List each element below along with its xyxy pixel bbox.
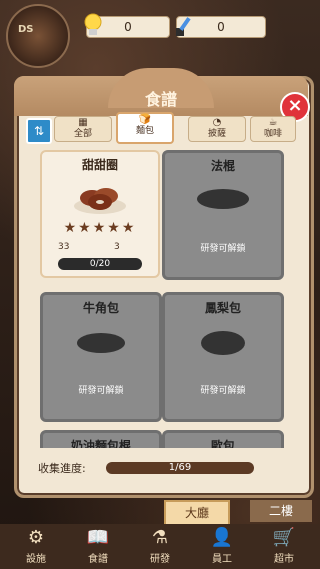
nav-staff[interactable]: 👤 員工 [196, 526, 248, 566]
price-value: 33 [58, 242, 70, 252]
tab-label: 麵包 [135, 126, 154, 136]
recipe-name: 牛角包 [82, 301, 119, 315]
shop-logo[interactable] [6, 4, 70, 68]
recipe-name: 鳳梨包 [204, 301, 241, 315]
collection-progress-bar: 1/69 [106, 462, 254, 474]
recipe-card-donut[interactable]: 甜甜圈 ★★★★★ 33 3 0/20 [40, 150, 160, 278]
pineapple-bun-icon [201, 331, 245, 355]
nav-label: 設施 [26, 554, 46, 565]
research-icon: ⚗ [151, 527, 169, 548]
recipe-card-pineapple-bun[interactable]: 鳳梨包 研發可解鎖 [162, 292, 284, 422]
tab-pizza[interactable]: ◔ 披薩 [188, 116, 246, 142]
recipe-name: 奶油麵包棍 [70, 439, 131, 448]
brush-icon [176, 17, 191, 36]
recipe-card-butter-breadstick[interactable]: 奶油麵包棍 [40, 430, 162, 448]
coffee-icon: ☕ [268, 117, 278, 128]
nav-research[interactable]: ⚗ 研發 [134, 526, 186, 566]
shop-logo-text: DS [18, 24, 34, 35]
locked-message: 研發可解鎖 [200, 244, 246, 254]
dialog-title: 食譜 [144, 90, 177, 109]
pizza-icon: ◔ [212, 117, 222, 128]
nav-label: 超市 [274, 554, 294, 565]
donut-icon [74, 188, 126, 214]
collection-progress-text: 1/69 [168, 462, 192, 473]
tab-all[interactable]: ▦ 全部 [54, 116, 112, 142]
recipe-card-croissant[interactable]: 牛角包 研發可解鎖 [40, 292, 162, 422]
bottom-nav: ⚙ 設施 📖 食譜 ⚗ 研發 👤 員工 🛒 超市 [0, 524, 320, 569]
locked-message: 研發可解鎖 [200, 386, 246, 396]
staff-icon: 👤 [210, 527, 234, 548]
recipe-name: 歐包 [210, 439, 235, 448]
sort-button[interactable]: ⇅ [26, 118, 52, 144]
nav-facilities[interactable]: ⚙ 設施 [10, 526, 62, 566]
facility-icon: ⚙ [27, 527, 45, 548]
recipe-name: 甜甜圈 [81, 158, 118, 172]
bread-icon: 🍞 [138, 114, 152, 125]
category-tabs: ⇅ ▦ 全部 🍞 麵包 ◔ 披薩 ☕ 咖啡 [24, 112, 298, 144]
floor-second[interactable]: 二樓 [250, 500, 312, 522]
rating-stars: ★★★★★ [63, 220, 137, 236]
croissant-icon [77, 333, 125, 353]
nav-label: 食譜 [88, 554, 108, 565]
nav-label: 員工 [212, 554, 232, 565]
market-icon: 🛒 [272, 527, 296, 548]
grid-icon: ▦ [78, 117, 88, 128]
recipe-progress: 0/20 [58, 258, 142, 270]
lightbulb-icon [84, 13, 102, 35]
floor-switcher: 大廳 二樓 [164, 500, 320, 526]
recipe-card-euro-bread[interactable]: 歐包 [162, 430, 284, 448]
nav-market[interactable]: 🛒 超市 [258, 526, 310, 566]
recipe-name: 法棍 [210, 159, 235, 173]
tab-coffee[interactable]: ☕ 咖啡 [250, 116, 296, 142]
locked-message: 研發可解鎖 [78, 386, 124, 396]
collection-label: 收集進度: [38, 462, 86, 475]
tab-label: 全部 [73, 129, 92, 139]
tab-label: 咖啡 [263, 129, 282, 139]
likes-value: 3 [114, 242, 120, 252]
nav-label: 研發 [150, 554, 170, 565]
tab-label: 披薩 [207, 129, 226, 139]
recipe-card-baguette[interactable]: 法棍 研發可解鎖 [162, 150, 284, 280]
floor-lobby[interactable]: 大廳 [164, 500, 230, 526]
recipe-book-icon: 📖 [86, 527, 110, 548]
nav-recipes[interactable]: 📖 食譜 [72, 526, 124, 566]
baguette-icon [197, 189, 249, 209]
top-bar: DS 0 0 [0, 0, 320, 68]
recipe-grid: 甜甜圈 ★★★★★ 33 3 0/20 法棍 研發可解鎖 牛角包 研發可解鎖 鳳… [38, 148, 286, 448]
tab-bread[interactable]: 🍞 麵包 [116, 112, 174, 144]
recipe-progress-text: 0/20 [89, 259, 111, 269]
